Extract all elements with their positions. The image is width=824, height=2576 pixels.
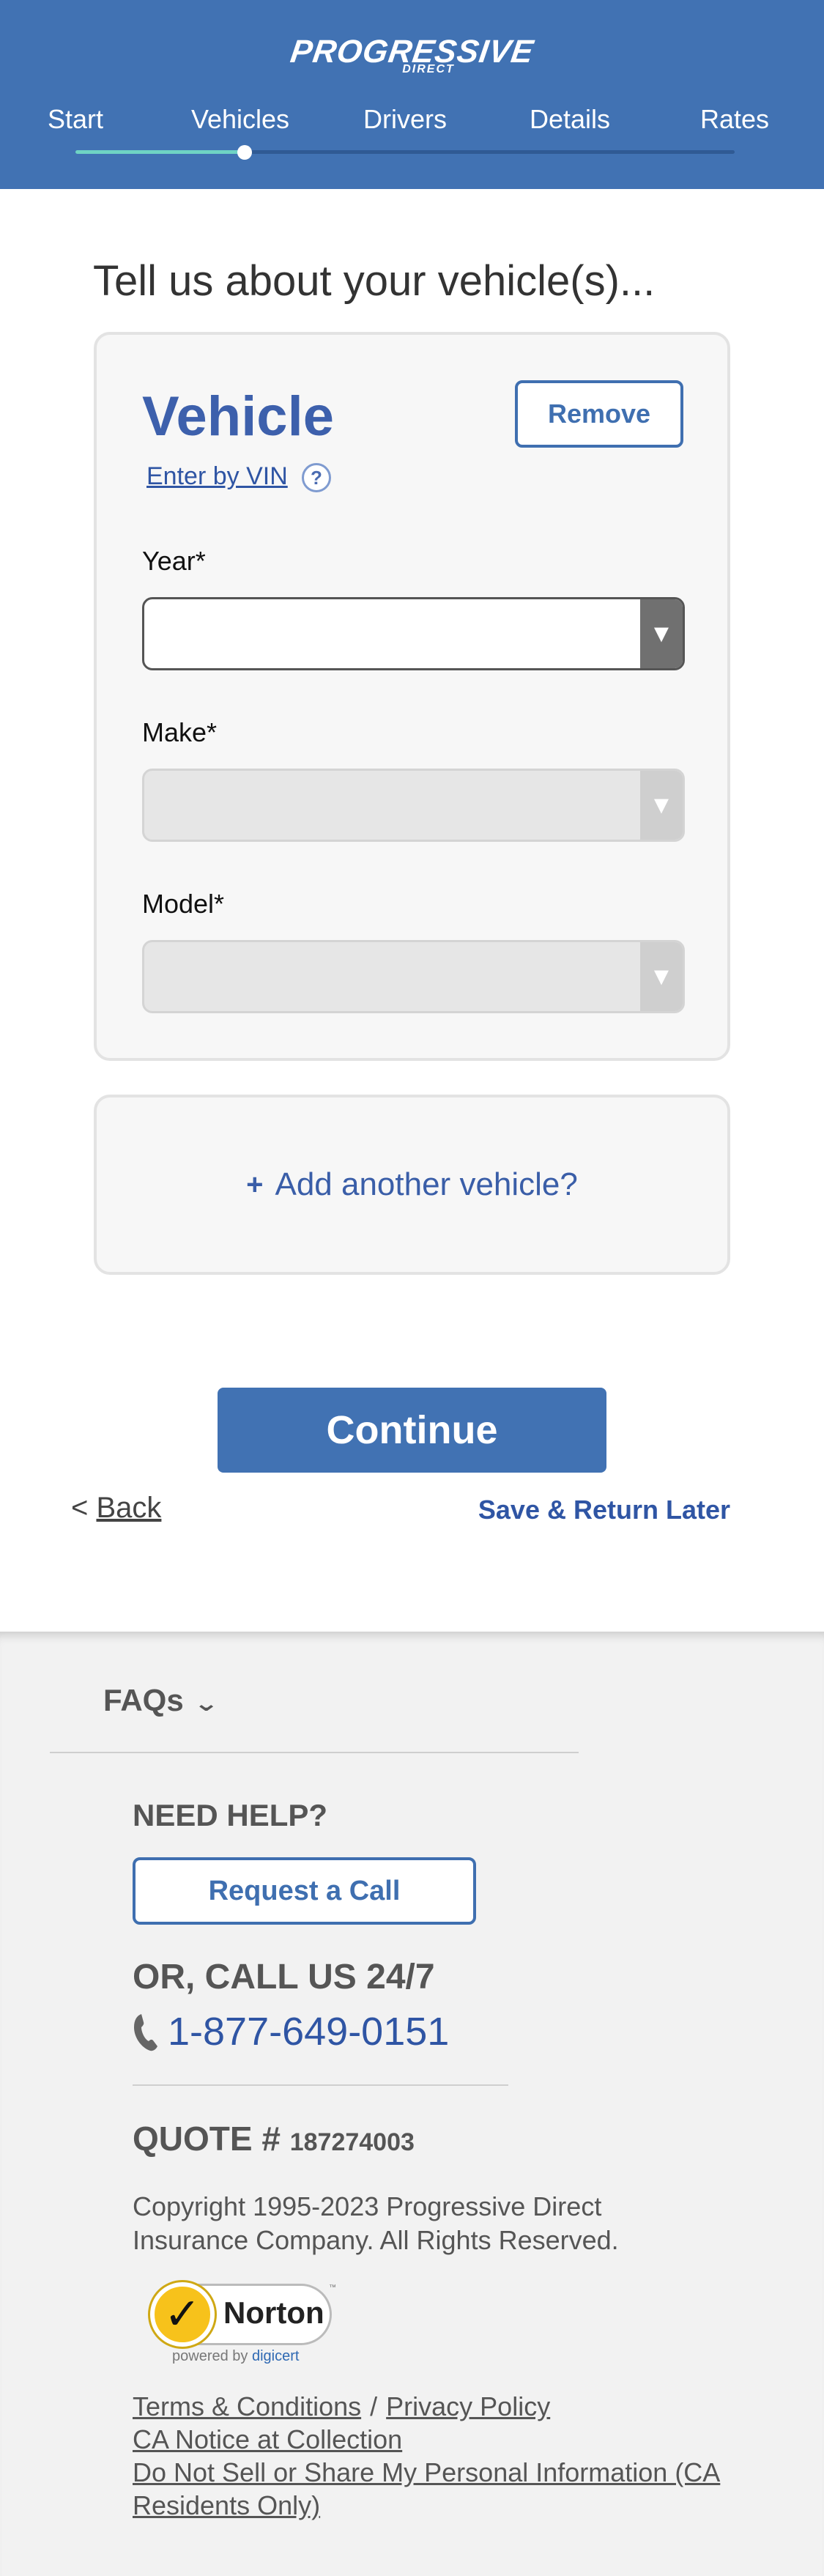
phone-icon [134,2014,157,2051]
privacy-policy-link[interactable]: Privacy Policy [386,2391,550,2421]
progress-steps: Start Vehicles Drivers Details Rates [0,104,824,135]
make-select: ▼ [142,769,685,842]
progress-indicator-dot [237,145,252,160]
step-details: Details [529,104,611,134]
page-title: Tell us about your vehicle(s)... [93,257,656,305]
step-vehicles[interactable]: Vehicles [191,104,289,135]
quote-label: QUOTE # [133,2120,281,2158]
back-label: Back [96,1492,162,1524]
header: PROGRESSIVE DIRECT Start Vehicles Driver… [0,0,824,189]
year-label: Year* [142,546,206,576]
dropdown-arrow-icon: ▼ [640,771,683,840]
continue-button[interactable]: Continue [218,1388,606,1473]
dropdown-arrow-icon: ▼ [640,599,683,668]
plus-icon: + [246,1168,264,1201]
model-label: Model* [142,889,225,919]
legal-links: Terms & Conditions / Privacy Policy CA Not… [133,2390,748,2522]
call-us-heading: OR, CALL US 24/7 [133,1958,435,1996]
dropdown-arrow-icon: ▼ [640,942,683,1011]
progressive-logo[interactable]: PROGRESSIVE DIRECT [0,34,824,75]
norton-checkmark-icon: ✓ [150,2282,215,2347]
norton-wordmark: Norton [223,2295,324,2330]
back-link[interactable]: < Back [71,1492,161,1525]
make-label: Make* [142,717,218,747]
year-select[interactable]: ▼ [142,597,685,670]
help-icon[interactable]: ? [302,463,331,492]
enter-by-vin-link[interactable]: Enter by VIN [146,462,288,491]
logo-subtitle: DIRECT [402,63,455,75]
powered-by-text: powered by [172,2348,248,2364]
request-call-button[interactable]: Request a Call [133,1857,476,1925]
back-chevron: < [71,1492,89,1524]
do-not-sell-link[interactable]: Do Not Sell or Share My Personal Informa… [133,2457,720,2520]
faqs-label: FAQs [103,1683,184,1717]
digicert-text: digicert [251,2348,300,2364]
quote-number-line: QUOTE # 187274003 [133,2119,415,2158]
step-drivers: Drivers [363,104,447,134]
divider [50,1752,579,1753]
vehicle-card-title: Vehicle [142,385,334,448]
phone-number: 1-877-649-0151 [168,2010,450,2054]
norton-trademark: ™ [329,2284,336,2292]
save-and-return-later-link[interactable]: Save & Return Later [478,1495,730,1525]
model-select: ▼ [142,940,685,1013]
link-separator: / [370,2391,378,2421]
step-start[interactable]: Start [48,104,103,135]
vehicle-card: Vehicle Remove Enter by VIN ? Year* ▼ Ma… [94,332,730,1061]
divider [133,2084,508,2086]
faqs-toggle[interactable]: FAQs ⌄ [103,1683,219,1718]
progress-fill [75,150,245,154]
phone-link[interactable]: 1-877-649-0151 [131,2009,449,2054]
add-vehicle-label: Add another vehicle? [275,1166,578,1202]
terms-link[interactable]: Terms & Conditions [133,2391,361,2421]
chevron-down-icon: ⌄ [193,1692,219,1716]
footer: FAQs ⌄ NEED HELP? Request a Call OR, CALL… [0,1632,824,2576]
norton-seal[interactable]: ✓ Norton ™ powered by digicert [150,2275,348,2365]
add-another-vehicle-button[interactable]: + Add another vehicle? [94,1095,730,1275]
step-rates: Rates [699,104,770,134]
copyright-text: Copyright 1995-2023 Progressive Direct I… [133,2191,619,2255]
norton-powered-by: powered by digicert [172,2348,299,2365]
ca-notice-link[interactable]: CA Notice at Collection [133,2424,402,2454]
quote-number: 187274003 [289,2128,415,2156]
need-help-heading: NEED HELP? [133,1798,328,1832]
remove-vehicle-button[interactable]: Remove [515,380,683,448]
